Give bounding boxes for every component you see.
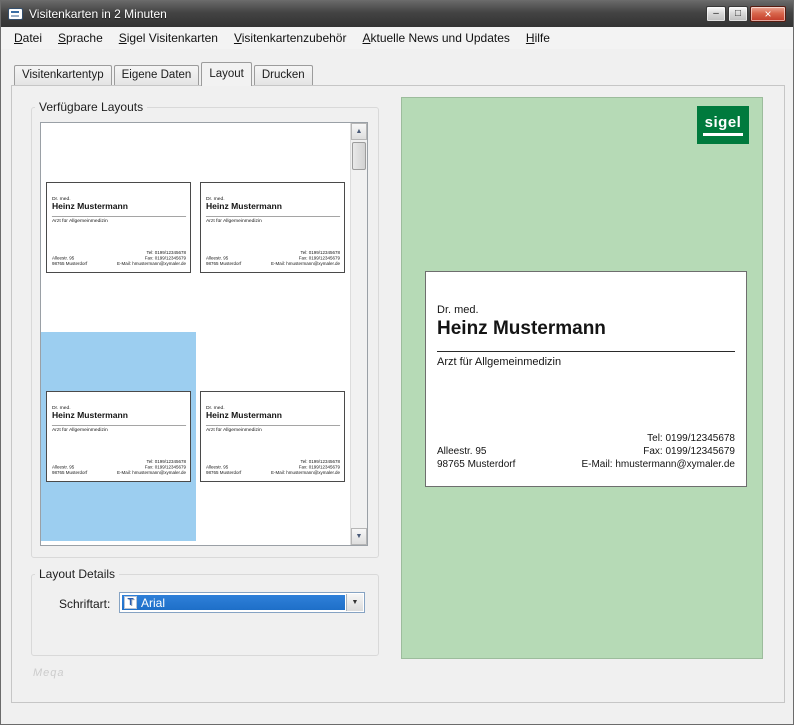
card-address: Alleestr. 9598765 Musterdorf — [52, 465, 87, 476]
layouts-group-title: Verfügbare Layouts — [35, 100, 147, 114]
minimize-icon: – — [713, 9, 719, 19]
layout-thumbnail-card: Dr. med. Heinz Mustermann Arzt für Allge… — [46, 182, 191, 273]
business-card-mini: Dr. med. Heinz Mustermann Arzt für Allge… — [47, 183, 191, 273]
card-name: Heinz Mustermann — [206, 202, 282, 211]
layout-details-title: Layout Details — [35, 567, 119, 581]
sigel-logo: sigel — [697, 106, 749, 144]
window-title: Visitenkarten in 2 Minuten — [29, 7, 167, 21]
menu-visitenkartenzubehoer[interactable]: Visitenkartenzubehör — [226, 28, 355, 48]
card-name: Heinz Mustermann — [52, 411, 128, 420]
business-card-preview: Dr. med. Heinz Mustermann Arzt für Allge… — [425, 271, 747, 487]
truetype-font-icon: T — [124, 596, 137, 609]
font-selected-item[interactable]: T Arial — [122, 595, 345, 610]
menu-datei[interactable]: Datei — [6, 28, 50, 48]
layouts-listbox[interactable]: Dr. med. Heinz Mustermann Arzt für Allge… — [40, 122, 368, 546]
close-icon: × — [764, 8, 771, 20]
card-address: Alleestr. 9598765 Musterdorf — [206, 256, 241, 267]
card-name: Heinz Mustermann — [52, 202, 128, 211]
card-prefix: Dr. med. — [437, 304, 479, 316]
vertical-scrollbar[interactable]: ▲ ▼ — [350, 123, 367, 545]
menu-sigel-visitenkarten[interactable]: Sigel Visitenkarten — [111, 28, 226, 48]
card-prefix: Dr. med. — [206, 196, 225, 201]
tab-layout[interactable]: Layout — [201, 62, 252, 86]
scrollbar-thumb[interactable] — [352, 142, 366, 170]
card-address: Alleestr. 9598765 Musterdorf — [206, 465, 241, 476]
scroll-up-icon: ▲ — [356, 128, 363, 135]
card-address: Alleestr. 9598765 Musterdorf — [437, 445, 515, 471]
card-name: Heinz Mustermann — [206, 411, 282, 420]
font-label: Schriftart: — [59, 597, 110, 611]
layout-thumbnail-card: Dr. med. Heinz Mustermann Arzt für Allge… — [46, 391, 191, 482]
card-preview-panel: sigel Dr. med. Heinz Mustermann Arzt für… — [401, 97, 763, 659]
card-profession: Arzt für Allgemeinmedizin — [52, 218, 108, 223]
font-combobox[interactable]: T Arial ▼ — [119, 592, 365, 613]
card-contact: Tel: 0199/12345678Fax: 0199/12345679E-Ma… — [581, 432, 735, 471]
font-value: Arial — [141, 596, 165, 610]
card-profession: Arzt für Allgemeinmedizin — [52, 427, 108, 432]
watermark-text: Meqa — [33, 667, 65, 679]
layout-thumbnail-1[interactable]: Dr. med. Heinz Mustermann Arzt für Allge… — [41, 123, 196, 332]
window-controls: – □ × — [706, 6, 786, 22]
business-card-mini: Dr. med. Heinz Mustermann Arzt für Allge… — [47, 392, 191, 482]
tab-eigene-daten[interactable]: Eigene Daten — [114, 65, 200, 85]
card-prefix: Dr. med. — [206, 405, 225, 410]
card-contact: Tel: 0199/12345678Fax: 0199/12345679E-Ma… — [117, 459, 186, 475]
chevron-down-icon: ▼ — [352, 599, 359, 606]
scroll-down-icon: ▼ — [356, 533, 363, 540]
titlebar[interactable]: Visitenkarten in 2 Minuten – □ × — [1, 1, 793, 27]
card-contact: Tel: 0199/12345678Fax: 0199/12345679E-Ma… — [117, 250, 186, 266]
maximize-button[interactable]: □ — [728, 6, 748, 22]
card-divider — [437, 351, 735, 352]
card-contact: Tel: 0199/12345678Fax: 0199/12345679E-Ma… — [271, 250, 340, 266]
tab-drucken[interactable]: Drucken — [254, 65, 313, 85]
layout-thumbnail-2[interactable]: Dr. med. Heinz Mustermann Arzt für Allge… — [196, 123, 351, 332]
menu-news-updates[interactable]: Aktuelle News und Updates — [354, 28, 517, 48]
menubar: Datei Sprache Sigel Visitenkarten Visite… — [1, 27, 793, 49]
card-address: Alleestr. 9598765 Musterdorf — [52, 256, 87, 267]
menu-sprache[interactable]: Sprache — [50, 28, 111, 48]
layout-thumbnail-3-selected[interactable]: Dr. med. Heinz Mustermann Arzt für Allge… — [41, 332, 196, 541]
business-card: Dr. med. Heinz Mustermann Arzt für Allge… — [426, 272, 746, 486]
scroll-down-button[interactable]: ▼ — [351, 528, 367, 545]
card-profession: Arzt für Allgemeinmedizin — [437, 356, 561, 368]
maximize-icon: □ — [735, 9, 741, 19]
card-profession: Arzt für Allgemeinmedizin — [206, 218, 262, 223]
sigel-logo-underline — [703, 133, 743, 136]
card-profession: Arzt für Allgemeinmedizin — [206, 427, 262, 432]
app-window: Visitenkarten in 2 Minuten – □ × Datei S… — [0, 0, 794, 725]
business-card-mini: Dr. med. Heinz Mustermann Arzt für Allge… — [201, 392, 345, 482]
card-prefix: Dr. med. — [52, 196, 71, 201]
minimize-button[interactable]: – — [706, 6, 726, 22]
card-prefix: Dr. med. — [52, 405, 71, 410]
layout-thumbnail-4[interactable]: Dr. med. Heinz Mustermann Arzt für Allge… — [196, 332, 351, 541]
sigel-logo-text: sigel — [705, 115, 742, 130]
menu-hilfe[interactable]: Hilfe — [518, 28, 558, 48]
business-card-mini: Dr. med. Heinz Mustermann Arzt für Allge… — [201, 183, 345, 273]
app-icon — [8, 8, 23, 20]
layout-details-groupbox — [31, 574, 379, 656]
card-contact: Tel: 0199/12345678Fax: 0199/12345679E-Ma… — [271, 459, 340, 475]
combo-dropdown-button[interactable]: ▼ — [346, 594, 363, 611]
card-name: Heinz Mustermann — [437, 318, 606, 340]
tab-visitenkartentyp[interactable]: Visitenkartentyp — [14, 65, 112, 85]
layout-thumbnail-card: Dr. med. Heinz Mustermann Arzt für Allge… — [200, 182, 345, 273]
layouts-grid: Dr. med. Heinz Mustermann Arzt für Allge… — [41, 123, 350, 545]
tabstrip: Visitenkartentyp Eigene Daten Layout Dru… — [14, 62, 315, 85]
scroll-up-button[interactable]: ▲ — [351, 123, 367, 140]
close-button[interactable]: × — [750, 6, 786, 22]
layout-thumbnail-card: Dr. med. Heinz Mustermann Arzt für Allge… — [200, 391, 345, 482]
